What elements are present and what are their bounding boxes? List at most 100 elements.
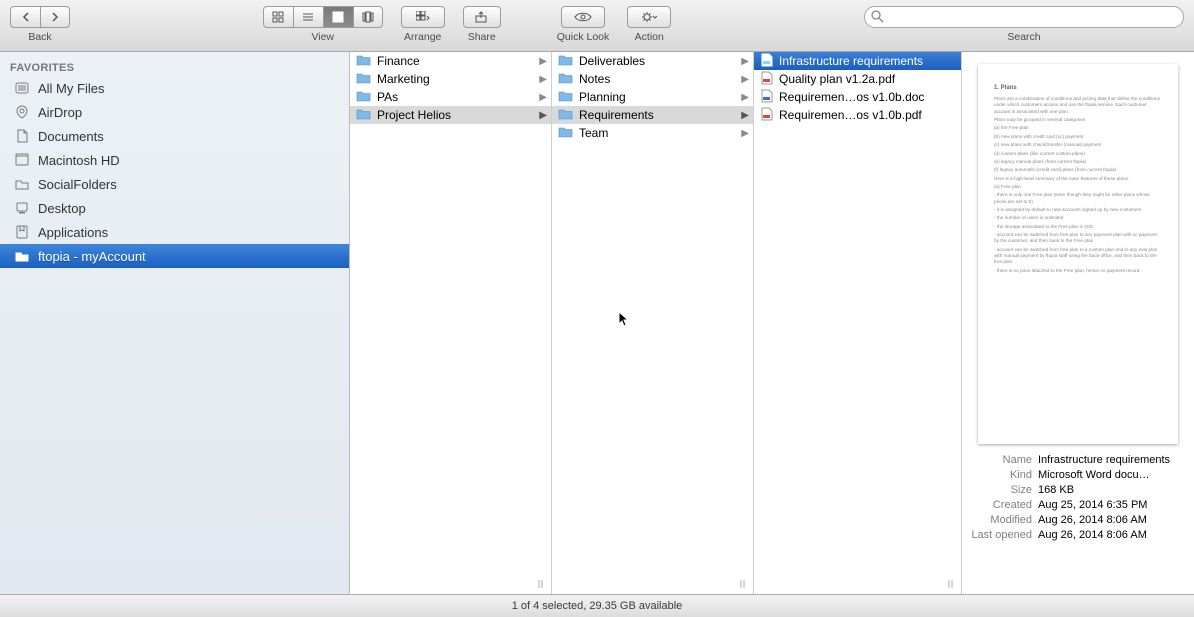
back-label: Back bbox=[28, 31, 51, 43]
preview-text-line: Plans may be grouped in several categori… bbox=[994, 117, 1162, 123]
view-coverflow-button[interactable] bbox=[353, 6, 383, 28]
sidebar-item-label: SocialFolders bbox=[38, 177, 117, 192]
search-input[interactable] bbox=[864, 6, 1184, 28]
file-row[interactable]: Notes ▶ bbox=[552, 70, 753, 88]
meta-key-name: Name bbox=[970, 454, 1032, 466]
sidebar: FAVORITES All My Files AirDrop Documents Ma… bbox=[0, 52, 350, 594]
meta-key-modified: Modified bbox=[970, 514, 1032, 526]
file-label: Requirements bbox=[579, 108, 735, 122]
arrange-label: Arrange bbox=[404, 31, 441, 43]
view-label: View bbox=[311, 31, 334, 43]
sidebar-item-all-my-files[interactable]: All My Files bbox=[0, 76, 349, 100]
file-icon bbox=[760, 89, 773, 106]
preview-text-line: (c) new plans with check/transfer (manua… bbox=[994, 142, 1162, 148]
share-group: Share bbox=[463, 6, 501, 43]
share-button[interactable] bbox=[463, 6, 501, 28]
sidebar-item-macintosh-hd[interactable]: Macintosh HD bbox=[0, 148, 349, 172]
arrange-button[interactable] bbox=[401, 6, 445, 28]
file-icon bbox=[760, 53, 773, 70]
preview-text-line: - the storage associated to the Free pla… bbox=[994, 224, 1162, 230]
chevron-right-icon: ▶ bbox=[539, 110, 547, 121]
view-group: View bbox=[263, 6, 383, 43]
chevron-right-icon: ▶ bbox=[741, 92, 749, 103]
column-1: Finance▶Marketing▶PAs▶ Project Helios ▶ bbox=[350, 52, 552, 594]
folder-icon bbox=[558, 107, 573, 123]
file-label: Notes bbox=[579, 72, 735, 86]
file-row[interactable]: Deliverables▶ bbox=[552, 52, 753, 70]
column-3: Infrastructure requirements Quality plan … bbox=[754, 52, 962, 594]
view-icon-button[interactable] bbox=[263, 6, 293, 28]
file-row[interactable]: Requiremen…os v1.0b.doc bbox=[754, 88, 961, 106]
preview-text-line: - it is assigned by default to new accou… bbox=[994, 207, 1162, 213]
preview-text-line: (d) custom plans (like current custom pl… bbox=[994, 151, 1162, 157]
preview-text-line: (a) the Free plan bbox=[994, 125, 1162, 131]
file-label: Project Helios bbox=[377, 108, 533, 122]
file-label: PAs bbox=[377, 90, 533, 104]
document-preview[interactable]: 1. Plans Plans are a combination of cond… bbox=[978, 64, 1178, 444]
sidebar-item-label: Macintosh HD bbox=[38, 153, 120, 168]
file-icon bbox=[760, 71, 773, 88]
chevron-right-icon: ▶ bbox=[741, 110, 749, 121]
preview-text-line: Plans are a combination of conditions an… bbox=[994, 96, 1162, 115]
file-row[interactable]: Quality plan v1.2a.pdf bbox=[754, 70, 961, 88]
file-row[interactable]: Requiremen…os v1.0b.pdf bbox=[754, 106, 961, 124]
folder-icon bbox=[558, 53, 573, 69]
preview-text-line: - account can be switched from free plan… bbox=[994, 247, 1162, 266]
folder-icon bbox=[356, 89, 371, 105]
meta-val-name: Infrastructure requirements bbox=[1038, 454, 1186, 466]
preview-text-line: (e) legacy manual plans (from current ft… bbox=[994, 159, 1162, 165]
status-text: 1 of 4 selected, 29.35 GB available bbox=[512, 600, 683, 612]
chevron-right-icon: ▶ bbox=[741, 74, 749, 85]
file-row[interactable]: Marketing▶ bbox=[350, 70, 551, 88]
quicklook-button[interactable] bbox=[561, 6, 605, 28]
preview-text-line: (f) legacy automatic (credit card) plans… bbox=[994, 167, 1162, 173]
file-row[interactable]: PAs▶ bbox=[350, 88, 551, 106]
preview-text-line: - the number of users is unlimited bbox=[994, 215, 1162, 221]
file-row[interactable]: Requirements ▶ bbox=[552, 106, 753, 124]
sidebar-item-label: Applications bbox=[38, 225, 108, 240]
sidebar-item-documents[interactable]: Documents bbox=[0, 124, 349, 148]
preview-text-line: (b) new plans with credit card (cc) paym… bbox=[994, 134, 1162, 140]
status-bar: 1 of 4 selected, 29.35 GB available bbox=[0, 594, 1194, 617]
sidebar-item-label: All My Files bbox=[38, 81, 104, 96]
meta-val-lastopened: Aug 26, 2014 8:06 AM bbox=[1038, 529, 1186, 541]
forward-button[interactable] bbox=[40, 6, 70, 28]
file-row[interactable]: Team▶ bbox=[552, 124, 753, 142]
quicklook-label: Quick Look bbox=[557, 31, 610, 43]
column-resize-handle[interactable] bbox=[737, 578, 749, 590]
main-area: FAVORITES All My Files AirDrop Documents Ma… bbox=[0, 52, 1194, 594]
folder-icon bbox=[356, 107, 371, 123]
file-label: Quality plan v1.2a.pdf bbox=[779, 72, 957, 86]
preview-pane: 1. Plans Plans are a combination of cond… bbox=[962, 52, 1194, 594]
sidebar-item-airdrop[interactable]: AirDrop bbox=[0, 100, 349, 124]
sidebar-item-socialfolders[interactable]: SocialFolders bbox=[0, 172, 349, 196]
sidebar-item-ftopia-myaccount[interactable]: ftopia - myAccount bbox=[0, 244, 349, 268]
back-button[interactable] bbox=[10, 6, 40, 28]
column-resize-handle[interactable] bbox=[535, 578, 547, 590]
sidebar-item-applications[interactable]: Applications bbox=[0, 220, 349, 244]
sidebar-item-label: ftopia - myAccount bbox=[38, 249, 146, 264]
sidebar-item-label: Desktop bbox=[38, 201, 86, 216]
file-row[interactable]: Planning▶ bbox=[552, 88, 753, 106]
meta-key-kind: Kind bbox=[970, 469, 1032, 481]
file-row[interactable]: Infrastructure requirements bbox=[754, 52, 961, 70]
sidebar-item-label: Documents bbox=[38, 129, 104, 144]
file-label: Finance bbox=[377, 54, 533, 68]
sidebar-favorites-header: FAVORITES bbox=[0, 60, 349, 76]
view-list-button[interactable] bbox=[293, 6, 323, 28]
file-row[interactable]: Finance▶ bbox=[350, 52, 551, 70]
search-group: Search bbox=[864, 6, 1184, 43]
view-column-button[interactable] bbox=[323, 6, 353, 28]
sidebar-item-desktop[interactable]: Desktop bbox=[0, 196, 349, 220]
column-resize-handle[interactable] bbox=[945, 578, 957, 590]
file-label: Marketing bbox=[377, 72, 533, 86]
file-row[interactable]: Project Helios ▶ bbox=[350, 106, 551, 124]
search-icon bbox=[871, 10, 884, 23]
meta-key-lastopened: Last opened bbox=[970, 529, 1032, 541]
meta-val-modified: Aug 26, 2014 8:06 AM bbox=[1038, 514, 1186, 526]
action-button[interactable] bbox=[627, 6, 671, 28]
folder-icon bbox=[558, 125, 573, 141]
file-label: Requiremen…os v1.0b.pdf bbox=[779, 108, 957, 122]
meta-val-size: 168 KB bbox=[1038, 484, 1186, 496]
chevron-right-icon: ▶ bbox=[741, 128, 749, 139]
